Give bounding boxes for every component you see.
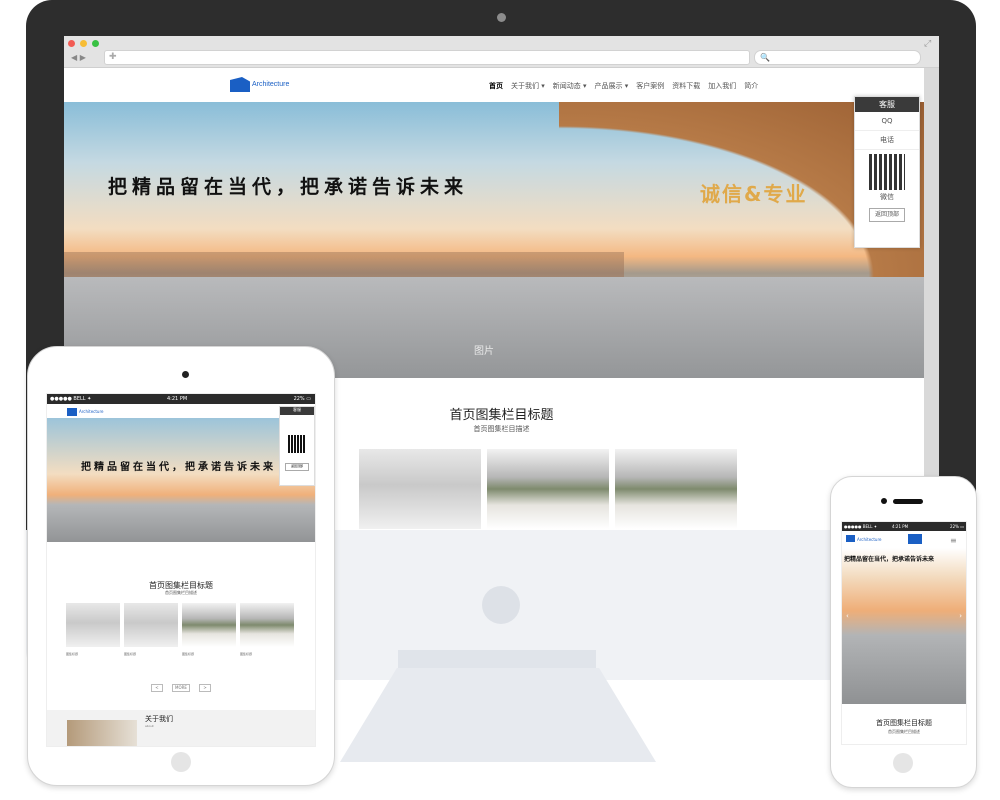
monitor-stand-neck <box>398 650 596 670</box>
search-icon: 🔍 <box>760 53 770 62</box>
nav-item-downloads[interactable]: 资料下载 <box>672 81 700 91</box>
banner-caption: 图片 <box>474 346 494 357</box>
browser-search-input[interactable]: 🔍 <box>754 50 921 65</box>
logo-icon[interactable] <box>67 408 77 416</box>
pager-prev-button[interactable]: < <box>150 684 163 692</box>
about-image <box>67 720 137 746</box>
gallery-image[interactable] <box>487 449 609 529</box>
center-logo-icon[interactable] <box>908 534 922 544</box>
gallery-image[interactable] <box>240 603 294 647</box>
gallery-item-label[interactable]: 图集标题 <box>182 652 236 656</box>
monitor-stand-base <box>340 668 656 762</box>
banner-title: 把精品留在当代，把承诺告诉未来 <box>844 556 935 563</box>
qq-label: QQ <box>881 117 893 125</box>
gallery-pager: < MORE > <box>47 674 315 693</box>
nav-item-intro[interactable]: 简介 <box>744 81 758 91</box>
banner-next-icon[interactable]: › <box>959 612 962 620</box>
gallery-section-subtitle: 首页图集栏目描述 <box>888 729 920 734</box>
banner-prev-icon[interactable]: ‹ <box>846 612 849 620</box>
phone-device: ●●●●● BELL ✦ 4:21 PM 22% ▭ Architecture … <box>830 476 977 788</box>
logo-text[interactable]: Architecture <box>252 81 289 88</box>
carrier-label: ●●●●● BELL ✦ <box>50 396 92 402</box>
wechat-qr-code <box>869 154 905 190</box>
status-time: 4:21 PM <box>167 396 188 402</box>
tablet-home-button[interactable] <box>171 752 191 772</box>
wechat-qr-code <box>288 435 306 453</box>
phone-link[interactable]: 电话 <box>855 131 919 150</box>
gallery-image[interactable] <box>615 449 737 529</box>
phone-screen: ●●●●● BELL ✦ 4:21 PM 22% ▭ Architecture … <box>841 521 967 745</box>
back-forward-icon[interactable]: ◀ ▶ <box>71 53 86 62</box>
pager-more-button[interactable]: MORE <box>172 684 190 692</box>
carrier-label: ●●●●● BELL ✦ <box>844 524 878 529</box>
tablet-device: ●●●●● BELL ✦ 4:21 PM 22% ▭ Architecture … <box>27 346 335 786</box>
hero-banner[interactable]: 把精品留在当代，把承诺告诉未来 诚信&专业 图片 <box>64 102 924 378</box>
back-to-top-button[interactable]: 返回顶部 <box>869 208 905 222</box>
site-header: Architecture 首页 关于我们 ▾ 新闻动态 ▾ 产品展示 ▾ 客户案… <box>64 68 924 102</box>
add-icon: ✚ <box>109 52 117 62</box>
gallery-row <box>66 603 294 647</box>
service-title: 客服 <box>855 97 919 112</box>
nav-item-join[interactable]: 加入我们 <box>708 81 736 91</box>
close-window-dot[interactable] <box>68 40 75 47</box>
gallery-item-label[interactable]: 图集标题 <box>124 652 178 656</box>
main-nav: 首页 关于我们 ▾ 新闻动态 ▾ 产品展示 ▾ 客户案例 资料下载 加入我们 简… <box>489 81 758 91</box>
tablet-banner[interactable]: 把精品留在当代，把承诺告诉未来 <box>47 418 315 542</box>
battery-status: 22% ▭ <box>293 396 311 402</box>
service-title: 客服 <box>280 407 314 415</box>
phone-speaker <box>893 499 923 504</box>
logo-text[interactable]: Architecture <box>857 537 882 542</box>
battery-status: 22% ▭ <box>950 524 964 529</box>
expand-icon[interactable]: ⤢ <box>924 39 931 49</box>
gallery-section-subtitle: 首页图集栏目描述 <box>165 590 197 595</box>
phone-label: 电话 <box>880 136 894 144</box>
wechat-label: 微信 <box>880 193 894 201</box>
tablet-screen: ●●●●● BELL ✦ 4:21 PM 22% ▭ Architecture … <box>46 393 316 747</box>
nav-item-about[interactable]: 关于我们 ▾ <box>511 81 545 91</box>
customer-service-widget: 客服 QQ 电话 微信 返回顶部 <box>854 96 920 248</box>
logo-icon[interactable] <box>846 535 855 542</box>
logo-text[interactable]: Architecture <box>79 409 104 414</box>
qq-link[interactable]: QQ <box>855 112 919 131</box>
gallery-image[interactable] <box>182 603 236 647</box>
monitor-logo-button <box>482 586 520 624</box>
page-scrollbar[interactable] <box>924 68 939 530</box>
banner-title: 把精品留在当代，把承诺告诉未来 <box>108 176 469 198</box>
gallery-item-label[interactable]: 图集标题 <box>240 652 294 656</box>
monitor-camera <box>497 13 506 22</box>
status-time: 4:21 PM <box>892 524 909 529</box>
minimize-window-dot[interactable] <box>80 40 87 47</box>
nav-item-home[interactable]: 首页 <box>489 81 503 91</box>
pager-next-button[interactable]: > <box>199 684 212 692</box>
banner-title: 把精品留在当代，把承诺告诉未来 <box>81 462 276 473</box>
nav-item-cases[interactable]: 客户案例 <box>636 81 664 91</box>
phone-status-bar: ●●●●● BELL ✦ 4:21 PM 22% ▭ <box>842 522 966 531</box>
customer-service-widget: 客服 返回顶部 <box>279 406 315 486</box>
phone-home-button[interactable] <box>893 753 913 773</box>
about-subtitle: about <box>145 724 154 728</box>
logo-icon[interactable] <box>230 77 250 92</box>
phone-camera <box>881 498 887 504</box>
nav-item-products[interactable]: 产品展示 ▾ <box>595 81 629 91</box>
about-section: 关于我们 about <box>47 710 315 746</box>
browser-toolbar: ◀ ▶ ✚ 🔍 ⤢ <box>64 36 939 68</box>
gallery-row <box>359 449 737 529</box>
gallery-item-label[interactable]: 图集标题 <box>66 652 120 656</box>
banner-slogan: 诚信&专业 <box>700 182 808 206</box>
tablet-camera <box>182 371 189 378</box>
gallery-section-title: 首页图集栏目标题 <box>876 719 932 727</box>
gallery-image[interactable] <box>66 603 120 647</box>
about-title: 关于我们 <box>145 715 173 723</box>
phone-banner[interactable]: 把精品留在当代，把承诺告诉未来 ‹ › <box>842 548 966 704</box>
address-bar[interactable]: ✚ <box>104 50 750 65</box>
nav-item-news[interactable]: 新闻动态 ▾ <box>553 81 587 91</box>
gallery-image[interactable] <box>124 603 178 647</box>
gallery-labels: 图集标题 图集标题 图集标题 图集标题 <box>66 652 294 656</box>
tablet-status-bar: ●●●●● BELL ✦ 4:21 PM 22% ▭ <box>47 394 315 404</box>
menu-icon[interactable]: ≡ <box>950 536 957 545</box>
maximize-window-dot[interactable] <box>92 40 99 47</box>
gallery-image[interactable] <box>359 449 481 529</box>
back-to-top-button[interactable]: 返回顶部 <box>285 463 309 471</box>
